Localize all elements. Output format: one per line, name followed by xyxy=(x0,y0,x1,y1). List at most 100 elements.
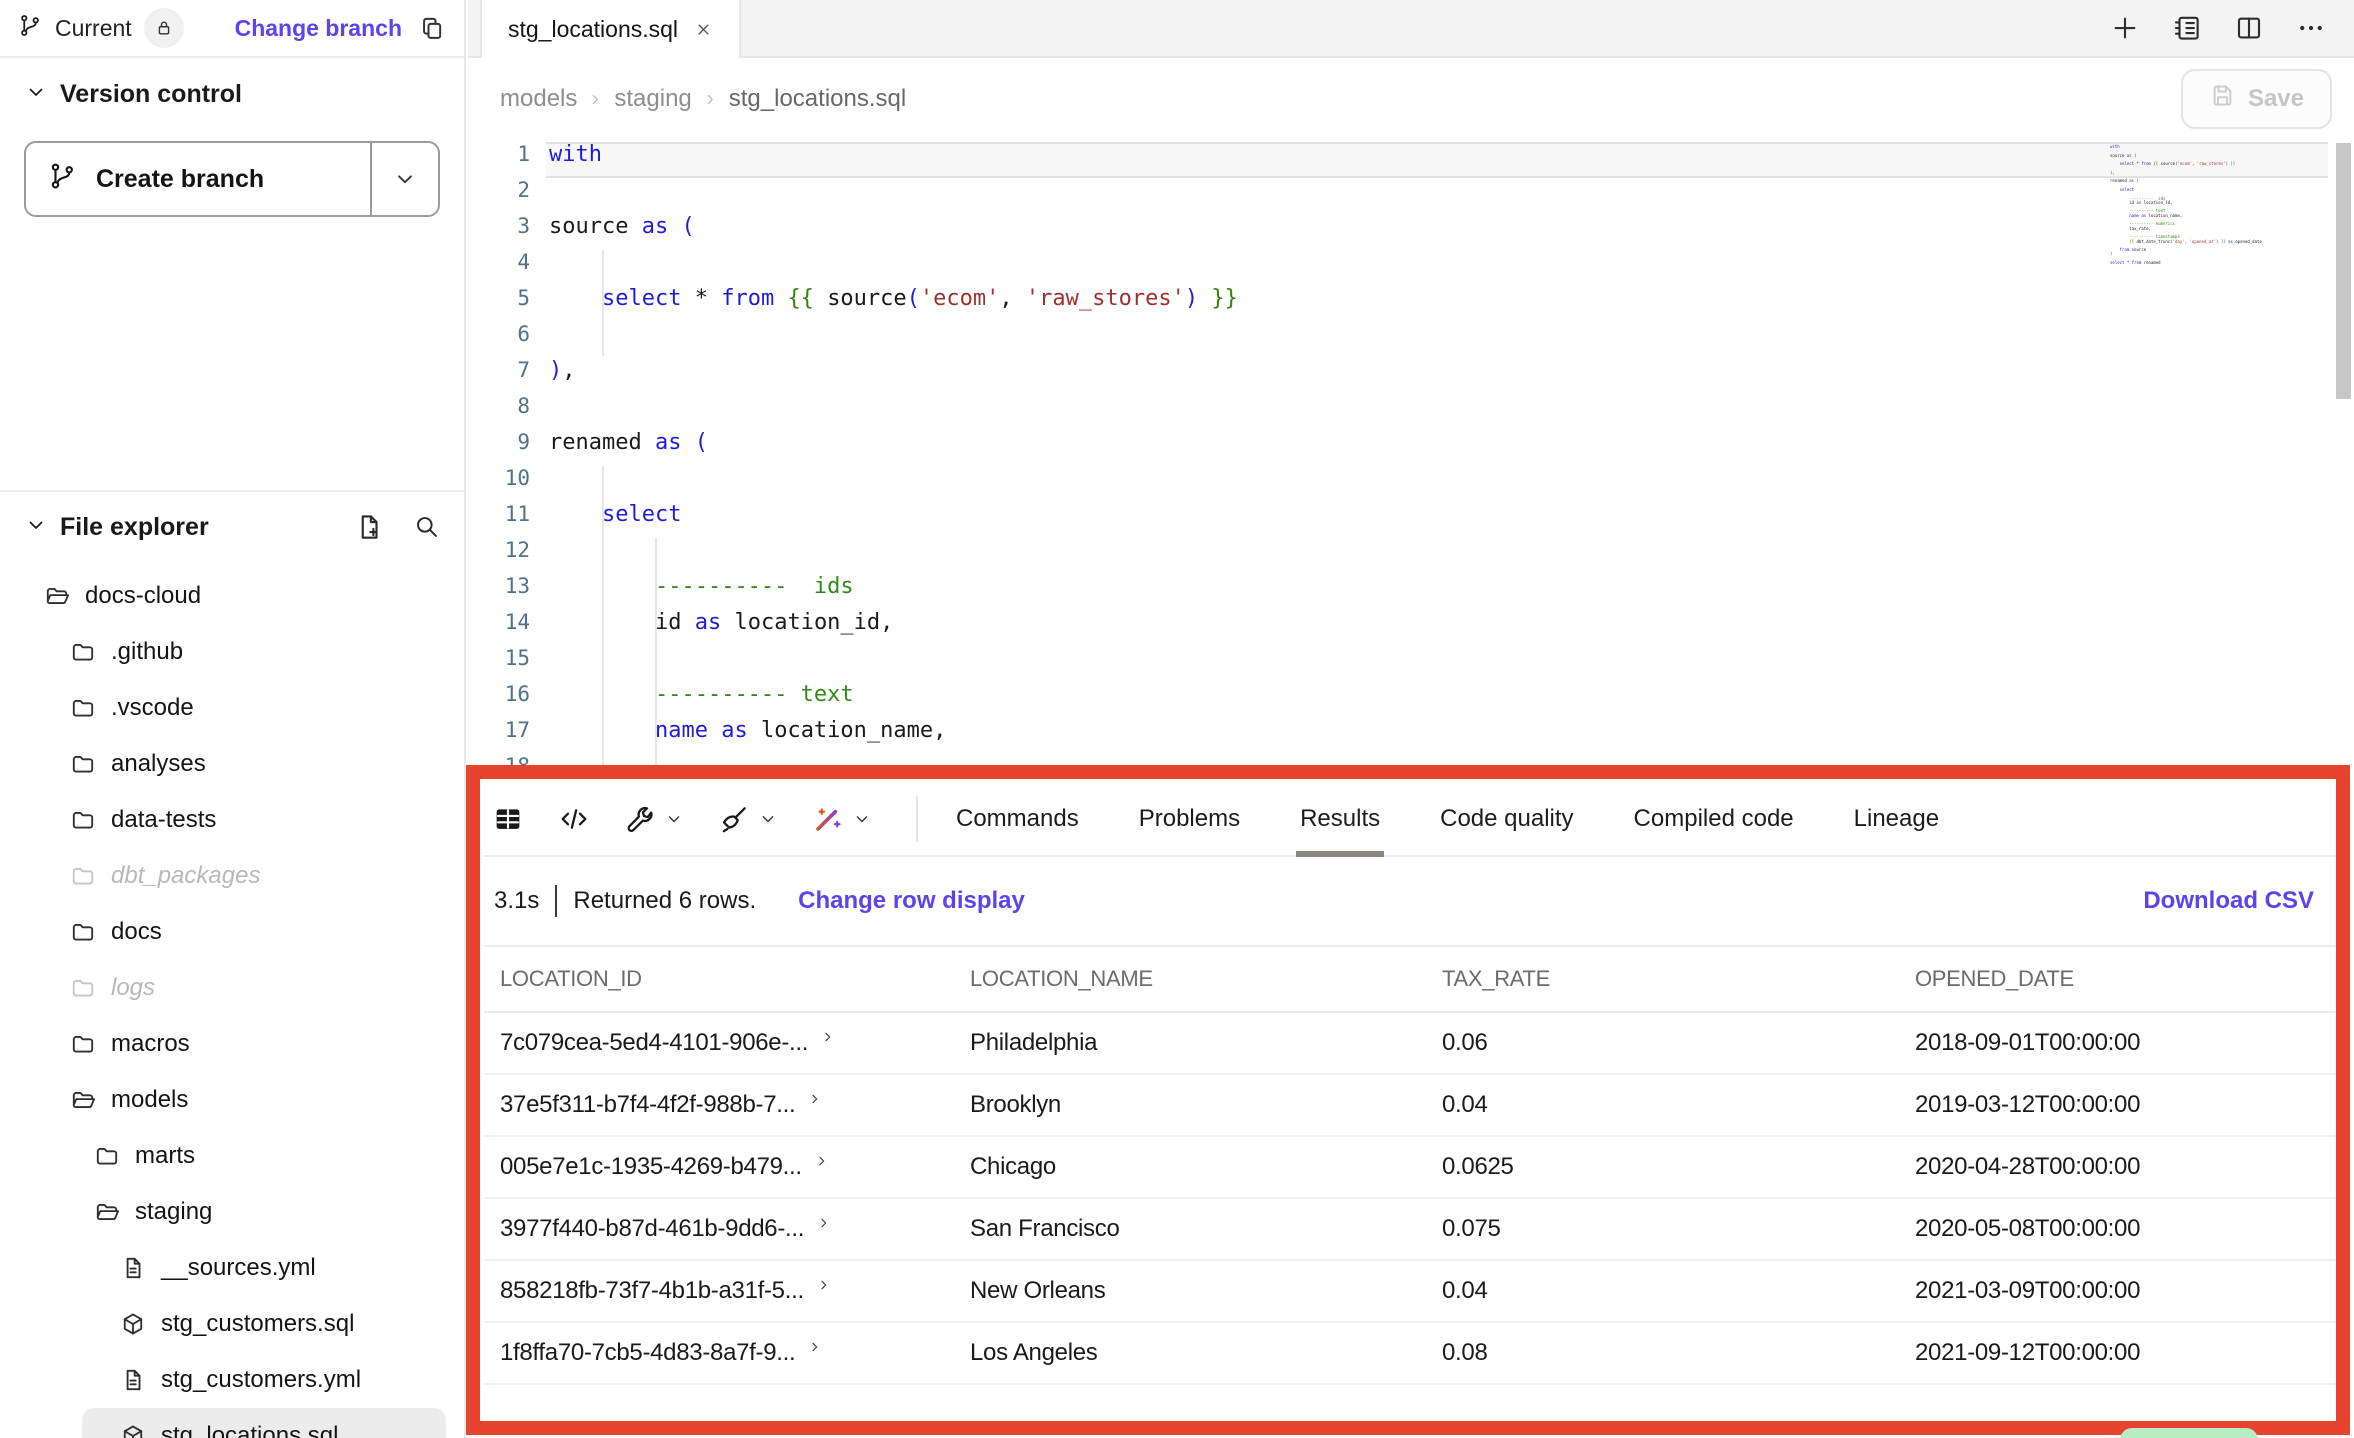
minimap[interactable]: withsource as ( select * from {{ source(… xyxy=(2110,144,2310,264)
tree-item-marts[interactable]: marts xyxy=(24,1128,464,1184)
close-tab-icon[interactable] xyxy=(694,20,713,39)
code-line[interactable] xyxy=(549,466,2134,502)
table-grid-tool-button[interactable] xyxy=(492,803,524,835)
wrench-tool-button[interactable] xyxy=(624,803,684,835)
copy-icon[interactable] xyxy=(418,14,446,42)
panel-tab-commands[interactable]: Commands xyxy=(926,783,1109,855)
file-explorer-header[interactable]: File explorer xyxy=(24,512,440,542)
tree-item--vscode[interactable]: .vscode xyxy=(24,680,464,736)
version-control-section: Version control Create branch xyxy=(0,58,464,492)
editor-scrollbar[interactable] xyxy=(2336,143,2351,399)
tree-item-staging[interactable]: staging xyxy=(24,1184,464,1240)
tree-item-label: staging xyxy=(135,1198,212,1226)
code-line[interactable] xyxy=(549,178,2134,214)
code-line[interactable] xyxy=(549,754,2134,765)
tree-item--github[interactable]: .github xyxy=(24,624,464,680)
line-number: 6 xyxy=(468,322,530,358)
tree-item--sources-yml[interactable]: __sources.yml xyxy=(24,1240,464,1296)
code-line[interactable]: select * from {{ source('ecom', 'raw_sto… xyxy=(549,286,2134,322)
expand-cell-icon[interactable] xyxy=(816,1277,832,1293)
code-tool-button[interactable] xyxy=(558,803,590,835)
expand-cell-icon[interactable] xyxy=(807,1091,823,1107)
file-explorer-title: File explorer xyxy=(60,513,209,542)
code-line[interactable]: ), xyxy=(549,358,2134,394)
code-line[interactable]: ---------- ids xyxy=(549,574,2134,610)
new-file-icon[interactable] xyxy=(354,512,384,542)
more-options-button[interactable] xyxy=(2296,13,2326,43)
code-line[interactable]: ---------- text xyxy=(549,682,2134,718)
expand-cell-icon[interactable] xyxy=(820,1029,836,1045)
tree-item-analyses[interactable]: analyses xyxy=(24,736,464,792)
line-number-gutter: 1234567891011121314151617181920212223242… xyxy=(468,142,530,765)
tree-item-stg-locations-sql[interactable]: stg_locations.sql xyxy=(82,1408,446,1438)
panel-tab-compiled-code[interactable]: Compiled code xyxy=(1604,783,1824,855)
expand-cell-icon[interactable] xyxy=(816,1215,832,1231)
expand-cell-icon[interactable] xyxy=(814,1153,830,1169)
new-tab-button[interactable] xyxy=(2110,13,2140,43)
folder-icon xyxy=(70,807,96,833)
panel-tab-lineage[interactable]: Lineage xyxy=(1824,783,1969,855)
cell-location-id: 1f8ffa70-7cb5-4d83-8a7f-9... xyxy=(500,1339,795,1367)
code-line[interactable] xyxy=(549,322,2134,358)
git-branch-icon xyxy=(18,13,43,43)
broom-tool-button[interactable] xyxy=(718,803,778,835)
tree-item-data-tests[interactable]: data-tests xyxy=(24,792,464,848)
tree-item-docs[interactable]: docs xyxy=(24,904,464,960)
cell-location-name: New Orleans xyxy=(954,1277,1426,1305)
table-row[interactable]: 005e7e1c-1935-4269-b479...Chicago0.06252… xyxy=(484,1137,2338,1199)
tab-stg-locations-sql[interactable]: stg_locations.sql xyxy=(480,0,741,58)
tree-item-macros[interactable]: macros xyxy=(24,1016,464,1072)
download-csv-link[interactable]: Download CSV xyxy=(2143,887,2314,915)
folder-icon xyxy=(70,919,96,945)
table-header-row: LOCATION_IDLOCATION_NAMETAX_RATEOPENED_D… xyxy=(484,945,2338,1013)
code-line[interactable]: renamed as ( xyxy=(549,430,2134,466)
line-number: 13 xyxy=(468,574,530,610)
code-line[interactable]: id as location_id, xyxy=(549,610,2134,646)
tree-item-models[interactable]: models xyxy=(24,1072,464,1128)
cell-tax-rate: 0.08 xyxy=(1426,1339,1899,1367)
tab-strip-actions xyxy=(2110,0,2354,56)
code-line[interactable] xyxy=(549,394,2134,430)
version-control-header[interactable]: Version control xyxy=(24,80,440,109)
code-line[interactable] xyxy=(549,646,2134,682)
table-row[interactable]: 37e5f311-b7f4-4f2f-988b-7...Brooklyn0.04… xyxy=(484,1075,2338,1137)
code-line[interactable]: name as location_name, xyxy=(549,718,2134,754)
notebook-button[interactable] xyxy=(2172,13,2202,43)
tree-item-logs[interactable]: logs xyxy=(24,960,464,1016)
code-line[interactable]: with xyxy=(549,142,2134,178)
table-row[interactable]: 1f8ffa70-7cb5-4d83-8a7f-9...Los Angeles0… xyxy=(484,1323,2338,1385)
table-row[interactable]: 7c079cea-5ed4-4101-906e-...Philadelphia0… xyxy=(484,1013,2338,1075)
minimap-line: select * from renamed xyxy=(2110,260,2310,264)
wand-tool-button[interactable] xyxy=(812,803,872,835)
table-row[interactable]: 3977f440-b87d-461b-9dd6-...San Francisco… xyxy=(484,1199,2338,1261)
change-branch-link[interactable]: Change branch xyxy=(235,15,402,42)
file-explorer-section: File explorer docs-cloud.github.vscodean… xyxy=(0,492,464,1438)
code-line[interactable] xyxy=(549,250,2134,286)
code-line[interactable]: source as ( xyxy=(549,214,2134,250)
create-branch-dropdown[interactable] xyxy=(370,143,438,215)
panel-tab-code-quality[interactable]: Code quality xyxy=(1410,783,1603,855)
chevron-down-icon xyxy=(758,809,778,829)
code-line[interactable]: select xyxy=(549,502,2134,538)
more-icon xyxy=(2296,13,2326,43)
code-editor[interactable]: 1234567891011121314151617181920212223242… xyxy=(468,140,2354,765)
tree-item-stg-customers-sql[interactable]: stg_customers.sql xyxy=(24,1296,464,1352)
tree-item-docs-cloud[interactable]: docs-cloud xyxy=(24,568,464,624)
panel-tab-problems[interactable]: Problems xyxy=(1109,783,1270,855)
tree-item-stg-customers-yml[interactable]: stg_customers.yml xyxy=(24,1352,464,1408)
expand-cell-icon[interactable] xyxy=(807,1339,823,1355)
split-editor-button[interactable] xyxy=(2234,13,2264,43)
create-branch-main[interactable]: Create branch xyxy=(26,143,370,215)
change-row-display-link[interactable]: Change row display xyxy=(798,887,1025,915)
code-line[interactable] xyxy=(549,538,2134,574)
panel-tab-results[interactable]: Results xyxy=(1270,783,1410,855)
tree-item-label: logs xyxy=(111,974,155,1002)
tree-item-dbt-packages[interactable]: dbt_packages xyxy=(24,848,464,904)
chevron-right-icon xyxy=(587,91,604,108)
create-branch-button[interactable]: Create branch xyxy=(24,141,440,217)
chevron-down-icon xyxy=(24,80,48,109)
cell-opened-date: 2020-04-28T00:00:00 xyxy=(1899,1153,2338,1181)
search-icon[interactable] xyxy=(412,512,440,542)
table-row[interactable]: 858218fb-73f7-4b1b-a31f-5...New Orleans0… xyxy=(484,1261,2338,1323)
save-button[interactable]: Save xyxy=(2181,69,2332,129)
